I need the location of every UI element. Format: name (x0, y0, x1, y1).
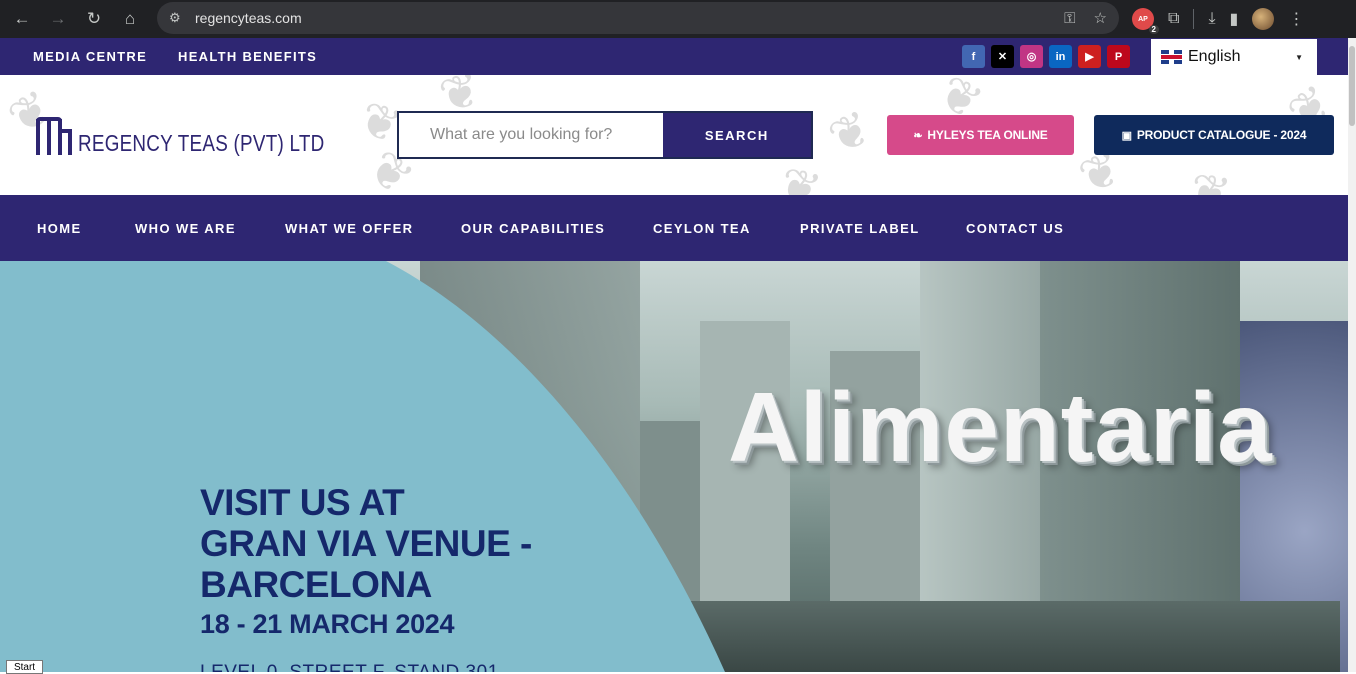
book-icon: ▣ (1121, 129, 1132, 142)
hero-heading: VISIT US AT GRAN VIA VENUE - BARCELONA (200, 482, 532, 605)
nav-what-we-offer[interactable]: WHAT WE OFFER (285, 221, 413, 236)
nav-ceylon-tea[interactable]: CEYLON TEA (653, 221, 751, 236)
top-bar: MEDIA CENTRE HEALTH BENEFITS f ✕ ◎ in ▶ P Eng… (0, 38, 1348, 75)
hero-heading-line1: VISIT US AT (200, 482, 405, 523)
reload-icon[interactable]: ↻ (76, 5, 112, 33)
site-info-icon[interactable]: ⚙ (169, 10, 195, 26)
leaf-pattern-icon: ❦ (1185, 163, 1235, 195)
menu-kebab-icon[interactable]: ⋮ (1288, 9, 1304, 29)
linkedin-icon[interactable]: in (1049, 45, 1072, 68)
language-label: English (1188, 48, 1241, 65)
media-centre-link[interactable]: MEDIA CENTRE (33, 49, 147, 64)
catalogue-button-label: PRODUCT CATALOGUE - 2024 (1136, 128, 1307, 142)
nav-who-we-are[interactable]: WHO WE ARE (135, 221, 236, 236)
language-select[interactable]: English ▼ (1151, 39, 1317, 75)
hero-stand-location: LEVEL 0, STREET F, STAND 301 (200, 662, 499, 672)
url-text[interactable]: regencyteas.com (195, 10, 302, 26)
extension-badge-icon[interactable]: AP 2 (1132, 8, 1159, 34)
chevron-down-icon: ▼ (1295, 53, 1303, 62)
side-panel-icon[interactable]: ▮ (1230, 9, 1239, 29)
search-form: SEARCH (397, 111, 813, 159)
site-header: ❦ ❦ ❦ ❦ ❦ ❦ ❦ ❦ ❦ ❦ REGENCY TEAS (PVT) L… (0, 75, 1348, 195)
product-catalogue-button[interactable]: ▣ PRODUCT CATALOGUE - 2024 (1094, 115, 1334, 155)
logo-text: REGENCY TEAS (PVT) LTD (78, 130, 325, 156)
pinterest-icon[interactable]: P (1107, 45, 1130, 68)
instagram-icon[interactable]: ◎ (1020, 45, 1043, 68)
back-icon[interactable]: ← (4, 5, 40, 33)
extensions-puzzle-icon[interactable]: ⧉ (1168, 10, 1179, 28)
leaf-pattern-icon: ❦ (773, 157, 827, 195)
bookmark-star-icon[interactable]: ☆ (1094, 9, 1107, 27)
nav-private-label[interactable]: PRIVATE LABEL (800, 221, 920, 236)
nav-our-capabilities[interactable]: OUR CAPABILITIES (461, 221, 605, 236)
search-input[interactable] (399, 113, 663, 157)
site-logo[interactable]: REGENCY TEAS (PVT) LTD (36, 113, 379, 155)
nav-home[interactable]: HOME (37, 221, 82, 236)
uk-flag-icon (1161, 50, 1182, 64)
download-icon[interactable]: ⤓ (1208, 10, 1215, 28)
browser-toolbar: ← → ↻ ⌂ ⚙ regencyteas.com ⚿ ☆ AP 2 ⧉ ⤓ ▮ … (0, 0, 1356, 38)
x-icon[interactable]: ✕ (991, 45, 1014, 68)
page-scrollbar[interactable] (1348, 38, 1356, 672)
home-icon[interactable]: ⌂ (112, 5, 148, 33)
address-bar[interactable]: ⚙ regencyteas.com ⚿ ☆ (157, 2, 1119, 34)
search-button[interactable]: SEARCH (662, 113, 811, 157)
leaf-icon: ❧ (913, 129, 923, 142)
profile-avatar[interactable] (1252, 8, 1275, 30)
hero-heading-line2: GRAN VIA VENUE - (200, 523, 532, 564)
youtube-icon[interactable]: ▶ (1078, 45, 1101, 68)
main-navigation: HOME WHO WE ARE WHAT WE OFFER OUR CAPABI… (0, 195, 1348, 261)
extension-badge-label: AP (1138, 15, 1148, 23)
hyleys-button-label: HYLEYS TEA ONLINE (927, 128, 1048, 142)
forward-icon[interactable]: → (40, 5, 76, 33)
nav-contact-us[interactable]: CONTACT US (966, 221, 1064, 236)
scrollbar-thumb[interactable] (1349, 46, 1355, 126)
logo-mark-icon (36, 113, 76, 155)
extension-badge-count: 2 (1148, 25, 1159, 34)
hero-banner[interactable]: Alimentaria VISIT US AT GRAN VIA VENUE -… (0, 261, 1348, 672)
leaf-pattern-icon: ❦ (820, 100, 880, 166)
hero-date: 18 - 21 MARCH 2024 (200, 609, 455, 639)
toolbar-divider (1193, 9, 1195, 29)
health-benefits-link[interactable]: HEALTH BENEFITS (178, 49, 317, 64)
facebook-icon[interactable]: f (962, 45, 985, 68)
hyleys-tea-online-button[interactable]: ❧ HYLEYS TEA ONLINE (887, 115, 1074, 155)
alimentaria-banner-text: Alimentaria (728, 372, 1273, 482)
hero-heading-line3: BARCELONA (200, 564, 432, 605)
password-key-icon[interactable]: ⚿ (1064, 10, 1075, 27)
